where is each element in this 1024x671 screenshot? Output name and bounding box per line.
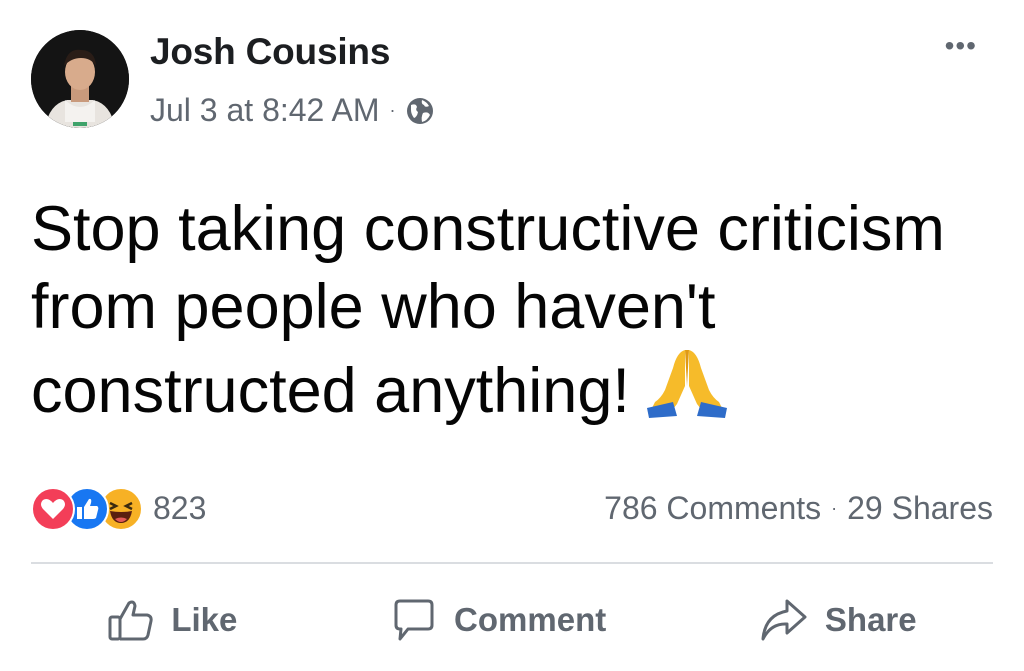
post-text: Stop taking constructive criticism from … — [31, 190, 1001, 430]
post-timestamp[interactable]: Jul 3 at 8:42 AM — [150, 92, 379, 129]
love-reaction-icon — [31, 487, 75, 531]
post-text-line-3: constructed anything! — [31, 356, 630, 426]
meta-separator: · — [389, 100, 396, 120]
comment-label: Comment — [454, 601, 607, 638]
avatar-photo — [31, 30, 129, 128]
share-button[interactable]: Share — [759, 597, 917, 643]
post-meta: Jul 3 at 8:42 AM · — [150, 92, 435, 129]
like-button[interactable]: Like — [107, 597, 237, 643]
folded-hands-emoji — [647, 350, 728, 418]
divider — [31, 562, 993, 564]
post-text-line: constructed anything! — [31, 346, 1001, 430]
share-arrow-icon — [761, 599, 807, 641]
more-options-button[interactable]: ••• — [945, 30, 977, 62]
stats-separator: · — [831, 497, 838, 518]
reactions-row: 823 786 Comments · 29 Shares — [31, 485, 993, 531]
shares-count-link[interactable]: 29 Shares — [847, 490, 993, 527]
reaction-count: 823 — [153, 489, 207, 526]
thumbs-up-icon — [108, 600, 153, 641]
action-bar: Like Comment Share — [31, 590, 993, 650]
comment-button[interactable]: Comment — [390, 597, 606, 643]
post-text-line: Stop taking constructive criticism — [31, 194, 945, 264]
share-label: Share — [824, 601, 917, 638]
engagement-stats: 786 Comments · 29 Shares — [604, 490, 993, 527]
comments-count-link[interactable]: 786 Comments — [604, 490, 821, 527]
globe-icon — [407, 97, 434, 124]
post-text-line: from people who haven't — [31, 272, 716, 342]
reactions-summary[interactable]: 823 — [31, 487, 207, 531]
reaction-icons — [31, 487, 149, 531]
like-label: Like — [171, 601, 238, 638]
author-name[interactable]: Josh Cousins — [150, 31, 390, 73]
speech-bubble-icon — [394, 599, 434, 641]
author-avatar[interactable] — [31, 30, 129, 128]
